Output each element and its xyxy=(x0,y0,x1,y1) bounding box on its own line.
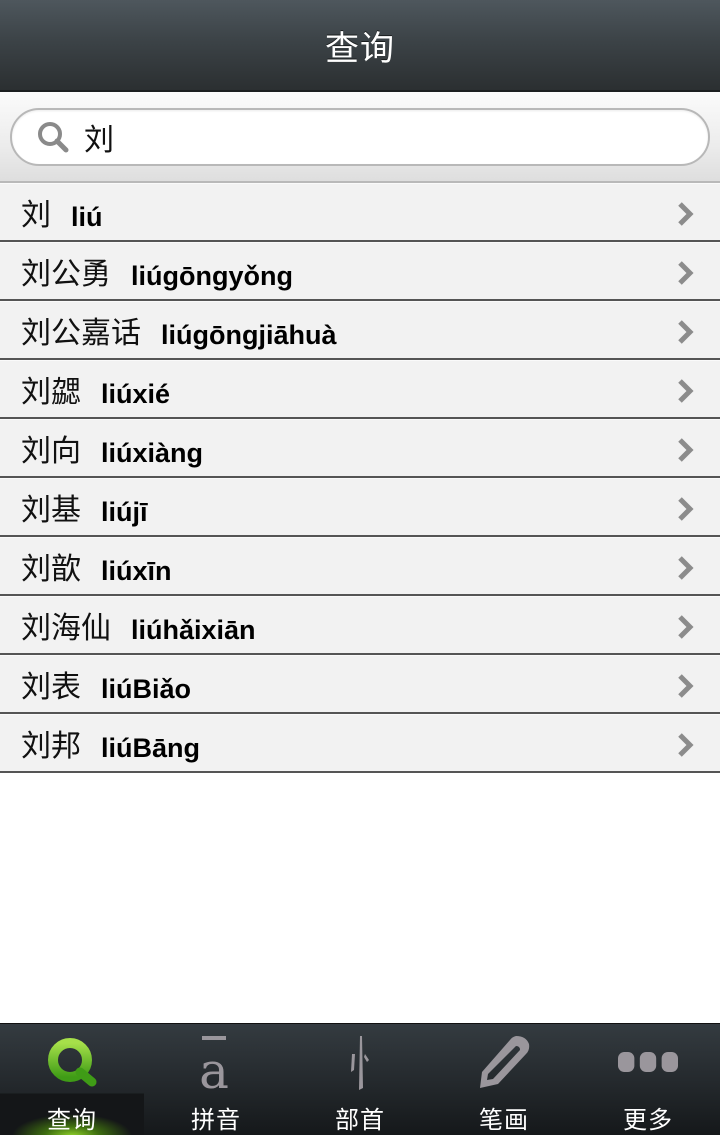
pinyin-a-icon: a xyxy=(186,1032,246,1092)
list-item[interactable]: 刘公嘉话 liúgōngjiāhuà xyxy=(0,301,720,360)
list-item[interactable]: 刘海仙 liúhǎixiān xyxy=(0,596,720,655)
search-box[interactable] xyxy=(10,108,710,166)
search-icon xyxy=(42,1032,102,1092)
more-dots-icon xyxy=(618,1032,678,1092)
tab-pinyin[interactable]: a 拼音 xyxy=(144,1024,288,1135)
chevron-right-icon xyxy=(678,379,694,403)
result-word: 刘海仙 xyxy=(21,611,111,646)
chevron-right-icon xyxy=(678,202,694,226)
result-pinyin: liúhǎixiān xyxy=(131,614,256,645)
result-word: 刘基 xyxy=(21,493,81,528)
list-item[interactable]: 刘向 liúxiàng xyxy=(0,419,720,478)
header-bar: 查询 xyxy=(0,0,720,92)
result-pinyin: liúxiàng xyxy=(101,437,204,468)
result-pinyin: liú xyxy=(71,201,103,232)
result-pinyin: liúgōngjiāhuà xyxy=(161,319,337,350)
tab-radical[interactable]: 部首 xyxy=(288,1024,432,1135)
bottom-tab-bar: 查询 a 拼音 部首 笔画 更多 xyxy=(0,1023,720,1135)
tab-strokes[interactable]: 笔画 xyxy=(432,1024,576,1135)
tab-label: 笔画 xyxy=(479,1106,529,1134)
tab-label: 拼音 xyxy=(191,1106,241,1134)
result-word: 刘歆 xyxy=(21,552,81,587)
result-word: 刘向 xyxy=(21,434,81,469)
result-pinyin: liújī xyxy=(101,496,148,527)
tab-label: 查询 xyxy=(47,1106,97,1134)
tab-more[interactable]: 更多 xyxy=(576,1024,720,1135)
chevron-right-icon xyxy=(678,438,694,462)
results-list: 刘 liú 刘公勇 liúgōngyǒng 刘公嘉话 liúgōngjiāhuà 刘勰… xyxy=(0,183,720,773)
chevron-right-icon xyxy=(678,733,694,757)
list-item[interactable]: 刘基 liújī xyxy=(0,478,720,537)
chevron-right-icon xyxy=(678,674,694,698)
tab-search[interactable]: 查询 xyxy=(0,1024,144,1135)
tab-label: 部首 xyxy=(335,1106,385,1134)
svg-text:a: a xyxy=(199,1042,229,1092)
result-pinyin: liúgōngyǒng xyxy=(131,260,293,291)
search-input[interactable] xyxy=(84,112,664,162)
result-word: 刘公嘉话 xyxy=(21,316,141,351)
result-pinyin: liúxīn xyxy=(101,555,172,586)
chevron-right-icon xyxy=(678,615,694,639)
radical-icon xyxy=(330,1032,390,1092)
list-item[interactable]: 刘勰 liúxié xyxy=(0,360,720,419)
list-item[interactable]: 刘表 liúBiǎo xyxy=(0,655,720,714)
list-item[interactable]: 刘 liú xyxy=(0,183,720,242)
chevron-right-icon xyxy=(678,556,694,580)
list-item[interactable]: 刘公勇 liúgōngyǒng xyxy=(0,242,720,301)
search-area xyxy=(0,92,720,183)
search-icon xyxy=(36,120,70,154)
result-pinyin: liúBāng xyxy=(101,732,200,763)
result-word: 刘表 xyxy=(21,670,81,705)
result-word: 刘邦 xyxy=(21,729,81,764)
chevron-right-icon xyxy=(678,320,694,344)
list-item[interactable]: 刘歆 liúxīn xyxy=(0,537,720,596)
result-word: 刘公勇 xyxy=(21,257,111,292)
result-pinyin: liúBiǎo xyxy=(101,673,192,704)
pencil-icon xyxy=(474,1032,534,1092)
page-title: 查询 xyxy=(325,28,395,69)
chevron-right-icon xyxy=(678,261,694,285)
result-word: 刘勰 xyxy=(21,375,81,410)
result-word: 刘 xyxy=(21,198,51,233)
list-item[interactable]: 刘邦 liúBāng xyxy=(0,714,720,773)
chevron-right-icon xyxy=(678,497,694,521)
result-pinyin: liúxié xyxy=(101,378,171,409)
tab-label: 更多 xyxy=(623,1106,673,1134)
